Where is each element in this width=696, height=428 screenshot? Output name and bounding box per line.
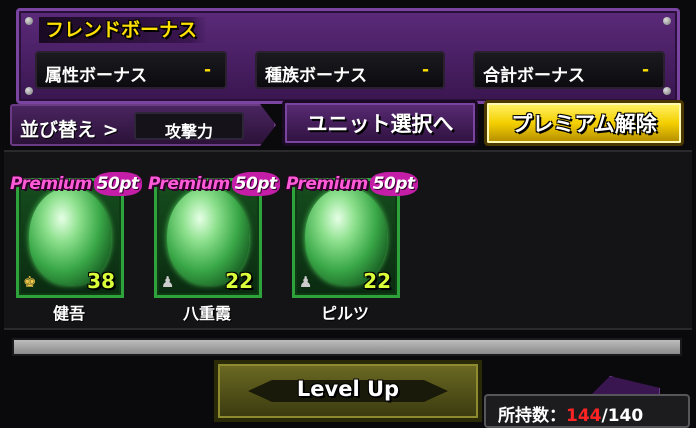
attribute-bonus-value: -	[203, 60, 211, 80]
possession-label: 所持数：	[498, 406, 566, 426]
sort-select[interactable]: 攻撃力	[134, 112, 244, 141]
rivet-icon	[25, 17, 33, 25]
total-bonus-label: 合計ボーナス	[483, 66, 585, 86]
unit-list-scrollbar[interactable]	[12, 338, 682, 356]
unit-list: ♚ 38 Premium 50pt 健吾 ♟ 22 Premium 50pt 八重霞…	[4, 150, 692, 330]
unit-card-kengo[interactable]: ♚ 38 Premium 50pt 健吾	[8, 152, 142, 328]
sort-value: 攻撃力	[164, 122, 213, 141]
level-up-button[interactable]: Level Up	[214, 360, 482, 422]
premium-badge: Premium 50pt	[10, 172, 142, 196]
unit-name: ピルツ	[320, 304, 369, 323]
total-bonus-value: -	[641, 60, 649, 80]
rivet-icon	[663, 17, 671, 25]
race-bonus-label: 種族ボーナス	[265, 66, 367, 86]
friend-bonus-title: フレンドボーナス	[39, 17, 208, 43]
unit-name: 健吾	[52, 304, 85, 323]
unit-select-button[interactable]: ユニット選択へ	[282, 100, 478, 146]
possession-max: 140	[607, 406, 644, 426]
unit-name: 八重霞	[182, 304, 231, 323]
premium-release-button[interactable]: プレミアム解除	[484, 100, 684, 146]
chess-piece-icon: ♟	[161, 273, 175, 291]
possession-count-box: 所持数：144/140	[484, 394, 690, 428]
sort-bar[interactable]: 並び替え > 攻撃力	[10, 104, 276, 146]
attribute-bonus-label: 属性ボーナス	[45, 66, 147, 86]
unit-card-pilz[interactable]: ♟ 22 Premium 50pt ピルツ	[284, 152, 418, 328]
rivet-icon	[25, 87, 33, 95]
chess-piece-icon: ♟	[299, 273, 313, 291]
total-bonus-box: 合計ボーナス -	[473, 51, 665, 89]
attribute-bonus-box: 属性ボーナス -	[35, 51, 227, 89]
level-up-label: Level Up	[296, 377, 400, 401]
unit-level: 38	[87, 269, 115, 293]
unit-card-yaegasumi[interactable]: ♟ 22 Premium 50pt 八重霞	[146, 152, 280, 328]
rivet-icon	[663, 87, 671, 95]
unit-portrait-frame: ♟ 22	[154, 178, 262, 298]
sort-label: 並び替え >	[20, 119, 119, 141]
crown-icon: ♚	[23, 273, 37, 291]
possession-count: 所持数：144/140	[498, 401, 643, 426]
friend-bonus-panel: フレンドボーナス 属性ボーナス - 種族ボーナス - 合計ボーナス -	[16, 8, 680, 104]
race-bonus-value: -	[421, 60, 429, 80]
unit-level: 22	[225, 269, 253, 293]
scrollbar-thumb[interactable]	[14, 340, 680, 354]
premium-cost: 50pt	[93, 172, 142, 196]
unit-level: 22	[363, 269, 391, 293]
unit-portrait-frame: ♟ 22	[292, 178, 400, 298]
premium-text: Premium	[148, 174, 230, 194]
unit-portrait-frame: ♚ 38	[16, 178, 124, 298]
possession-current: 144	[566, 406, 602, 426]
premium-cost: 50pt	[369, 172, 418, 196]
premium-text: Premium	[10, 174, 92, 194]
premium-badge: Premium 50pt	[286, 172, 418, 196]
premium-cost: 50pt	[231, 172, 280, 196]
race-bonus-box: 種族ボーナス -	[255, 51, 445, 89]
premium-badge: Premium 50pt	[148, 172, 280, 196]
premium-text: Premium	[286, 174, 368, 194]
